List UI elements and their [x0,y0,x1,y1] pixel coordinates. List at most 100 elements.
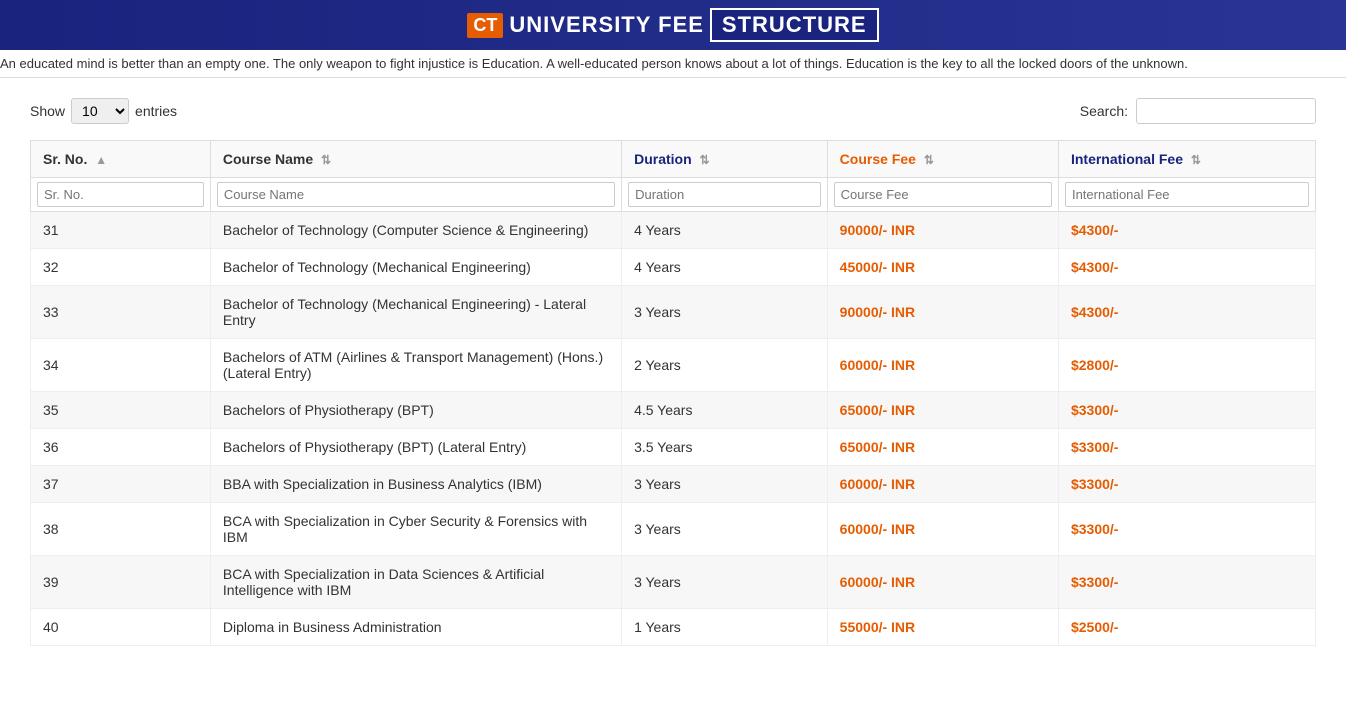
col-header-course[interactable]: Course Name ⇅ [210,141,621,178]
cell-coursefee: 65000/- INR [827,429,1058,466]
table-row: 31Bachelor of Technology (Computer Scien… [31,212,1316,249]
cell-course: BCA with Specialization in Cyber Securit… [210,503,621,556]
cell-srno: 40 [31,609,211,646]
filter-coursefee-cell [827,178,1058,212]
sort-icon-duration: ⇅ [700,153,710,167]
table-row: 33Bachelor of Technology (Mechanical Eng… [31,286,1316,339]
search-label: Search: [1080,103,1128,119]
show-label: Show [30,103,65,119]
filter-coursefee-input[interactable] [834,182,1052,207]
table-body: 31Bachelor of Technology (Computer Scien… [31,212,1316,646]
cell-srno: 33 [31,286,211,339]
entries-select[interactable]: 10 25 50 100 [71,98,129,124]
cell-srno: 34 [31,339,211,392]
university-text: UNIVERSITY FEE [509,12,704,38]
cell-intlfee: $3300/- [1058,503,1315,556]
cell-intlfee: $2500/- [1058,609,1315,646]
header-title: CT UNIVERSITY FEE STRUCTURE [467,8,878,42]
cell-course: Bachelors of ATM (Airlines & Transport M… [210,339,621,392]
header-bar: CT UNIVERSITY FEE STRUCTURE [0,0,1346,50]
cell-srno: 36 [31,429,211,466]
sort-icon-course: ⇅ [321,153,331,167]
cell-duration: 4 Years [622,249,828,286]
cell-intlfee: $4300/- [1058,249,1315,286]
cell-duration: 3 Years [622,466,828,503]
filter-duration-input[interactable] [628,182,821,207]
cell-course: BBA with Specialization in Business Anal… [210,466,621,503]
cell-srno: 37 [31,466,211,503]
col-header-srno[interactable]: Sr. No. ▲ [31,141,211,178]
cell-course: Bachelor of Technology (Computer Science… [210,212,621,249]
cell-intlfee: $3300/- [1058,392,1315,429]
filter-intlfee-input[interactable] [1065,182,1309,207]
show-entries: Show 10 25 50 100 entries [30,98,177,124]
cell-duration: 1 Years [622,609,828,646]
cell-coursefee: 60000/- INR [827,339,1058,392]
filter-srno-input[interactable] [37,182,204,207]
cell-coursefee: 60000/- INR [827,556,1058,609]
cell-course: Bachelor of Technology (Mechanical Engin… [210,249,621,286]
cell-intlfee: $2800/- [1058,339,1315,392]
cell-coursefee: 60000/- INR [827,466,1058,503]
filter-course-input[interactable] [217,182,615,207]
filter-row [31,178,1316,212]
cell-course: Bachelors of Physiotherapy (BPT) (Latera… [210,429,621,466]
fee-table: Sr. No. ▲ Course Name ⇅ Duration ⇅ Cours… [30,140,1316,646]
col-header-coursefee[interactable]: Course Fee ⇅ [827,141,1058,178]
table-row: 40Diploma in Business Administration1 Ye… [31,609,1316,646]
marquee-text: An educated mind is better than an empty… [0,56,1188,71]
cell-coursefee: 90000/- INR [827,286,1058,339]
cell-intlfee: $4300/- [1058,286,1315,339]
cell-coursefee: 65000/- INR [827,392,1058,429]
cell-intlfee: $3300/- [1058,556,1315,609]
sort-icon-coursefee: ⇅ [924,153,934,167]
marquee-bar: An educated mind is better than an empty… [0,50,1346,78]
cell-duration: 2 Years [622,339,828,392]
cell-coursefee: 55000/- INR [827,609,1058,646]
sort-icon-srno: ▲ [95,153,107,167]
cell-intlfee: $3300/- [1058,429,1315,466]
table-row: 32Bachelor of Technology (Mechanical Eng… [31,249,1316,286]
table-row: 36Bachelors of Physiotherapy (BPT) (Late… [31,429,1316,466]
cell-duration: 4.5 Years [622,392,828,429]
table-row: 37BBA with Specialization in Business An… [31,466,1316,503]
cell-srno: 31 [31,212,211,249]
search-box: Search: [1080,98,1316,124]
cell-course: BCA with Specialization in Data Sciences… [210,556,621,609]
ct-logo: CT [467,13,503,38]
cell-duration: 3.5 Years [622,429,828,466]
entries-label: entries [135,103,177,119]
col-header-intlfee[interactable]: International Fee ⇅ [1058,141,1315,178]
cell-course: Diploma in Business Administration [210,609,621,646]
cell-duration: 3 Years [622,556,828,609]
search-input[interactable] [1136,98,1316,124]
fee-structure-box: STRUCTURE [710,8,879,42]
cell-intlfee: $3300/- [1058,466,1315,503]
cell-srno: 38 [31,503,211,556]
table-row: 34Bachelors of ATM (Airlines & Transport… [31,339,1316,392]
table-row: 39BCA with Specialization in Data Scienc… [31,556,1316,609]
cell-duration: 4 Years [622,212,828,249]
filter-srno-cell [31,178,211,212]
col-header-duration[interactable]: Duration ⇅ [622,141,828,178]
main-content: Show 10 25 50 100 entries Search: Sr. No… [0,78,1346,666]
cell-coursefee: 45000/- INR [827,249,1058,286]
controls-row: Show 10 25 50 100 entries Search: [30,98,1316,124]
cell-srno: 35 [31,392,211,429]
filter-duration-cell [622,178,828,212]
table-header-row: Sr. No. ▲ Course Name ⇅ Duration ⇅ Cours… [31,141,1316,178]
table-row: 38BCA with Specialization in Cyber Secur… [31,503,1316,556]
sort-icon-intlfee: ⇅ [1191,153,1201,167]
filter-course-cell [210,178,621,212]
cell-intlfee: $4300/- [1058,212,1315,249]
cell-course: Bachelors of Physiotherapy (BPT) [210,392,621,429]
cell-coursefee: 60000/- INR [827,503,1058,556]
table-row: 35Bachelors of Physiotherapy (BPT)4.5 Ye… [31,392,1316,429]
cell-duration: 3 Years [622,286,828,339]
cell-course: Bachelor of Technology (Mechanical Engin… [210,286,621,339]
cell-coursefee: 90000/- INR [827,212,1058,249]
cell-duration: 3 Years [622,503,828,556]
filter-intlfee-cell [1058,178,1315,212]
cell-srno: 39 [31,556,211,609]
cell-srno: 32 [31,249,211,286]
